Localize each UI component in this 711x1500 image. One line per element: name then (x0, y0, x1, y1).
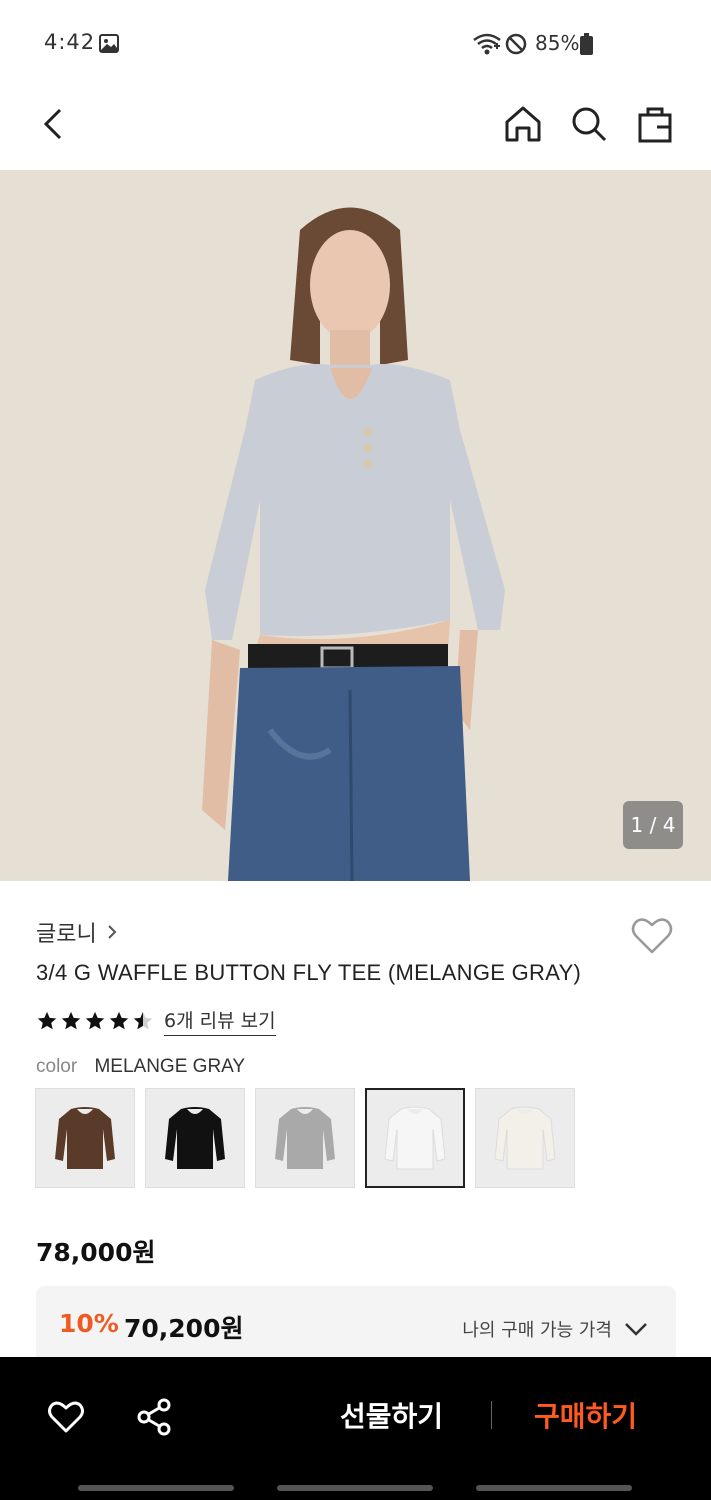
home-button[interactable] (499, 100, 547, 148)
review-link[interactable]: 6개 리뷰 보기 (164, 1006, 276, 1036)
color-label: color (36, 1056, 78, 1077)
star-rating (36, 1010, 154, 1032)
wishlist-button[interactable] (628, 912, 676, 960)
gallery-icon (99, 34, 119, 53)
share-icon (137, 1398, 171, 1436)
back-button[interactable] (28, 100, 76, 148)
status-time: 4:42 (44, 30, 96, 54)
discount-price: 70,200원 (124, 1314, 244, 1343)
brand-name: 글로니 (36, 922, 97, 947)
tee-thumbnail (384, 1106, 446, 1170)
do-not-disturb-icon (505, 33, 527, 55)
bottom-action-bar: 선물하기 구매하기 (0, 1357, 711, 1500)
nav-gesture-bar (476, 1485, 632, 1491)
back-icon (43, 108, 62, 140)
brand-link[interactable]: 글로니 (36, 916, 117, 948)
color-swatch[interactable] (475, 1088, 575, 1188)
share-button[interactable] (134, 1397, 174, 1437)
home-icon (505, 106, 541, 142)
color-swatch[interactable] (145, 1088, 245, 1188)
color-swatch[interactable] (35, 1088, 135, 1188)
heart-icon (48, 1401, 84, 1433)
product-photo (0, 170, 711, 881)
discount-percent: 10% (59, 1309, 119, 1338)
heart-icon (631, 918, 673, 954)
top-nav (0, 88, 711, 170)
bottom-wishlist-button[interactable] (46, 1397, 86, 1437)
tee-thumbnail (275, 1107, 335, 1169)
color-swatches (35, 1088, 575, 1188)
product-image-gallery[interactable]: 1 / 4 (0, 170, 711, 881)
star-icon (85, 1011, 105, 1030)
star-icon (133, 1011, 153, 1030)
divider (491, 1401, 492, 1429)
status-bar: 4:42 85% (0, 0, 711, 88)
cart-button[interactable] (631, 100, 679, 148)
color-row: color MELANGE GRAY (36, 1056, 245, 1078)
tee-thumbnail (55, 1107, 115, 1169)
color-swatch[interactable] (365, 1088, 465, 1188)
gift-button[interactable]: 선물하기 (340, 1395, 443, 1435)
my-price-label: 나의 구매 가능 가격 (462, 1320, 612, 1341)
color-value: MELANGE GRAY (94, 1056, 246, 1077)
chevron-down-icon (625, 1323, 647, 1336)
tee-thumbnail (165, 1107, 225, 1169)
product-title: 3/4 G WAFFLE BUTTON FLY TEE (MELANGE GRA… (36, 960, 582, 985)
chevron-right-icon (108, 925, 117, 939)
original-price: 78,000원 (36, 1238, 156, 1267)
my-price-toggle[interactable]: 나의 구매 가능 가격 (462, 1316, 648, 1342)
star-icon (109, 1011, 129, 1030)
nav-gesture-bar (277, 1485, 433, 1491)
image-counter: 1 / 4 (623, 801, 683, 849)
star-icon (37, 1011, 57, 1030)
nav-gesture-bar (78, 1485, 234, 1491)
star-icon (61, 1011, 81, 1030)
battery-icon (580, 33, 593, 55)
color-swatch[interactable] (255, 1088, 355, 1188)
search-icon (572, 107, 607, 142)
rating-row: 6개 리뷰 보기 (36, 1006, 276, 1036)
tee-thumbnail (494, 1106, 556, 1170)
battery-percent: 85% (535, 31, 580, 55)
buy-button[interactable]: 구매하기 (534, 1395, 637, 1435)
shopping-bag-icon (638, 107, 672, 143)
search-button[interactable] (565, 100, 613, 148)
wifi-icon (473, 33, 501, 55)
